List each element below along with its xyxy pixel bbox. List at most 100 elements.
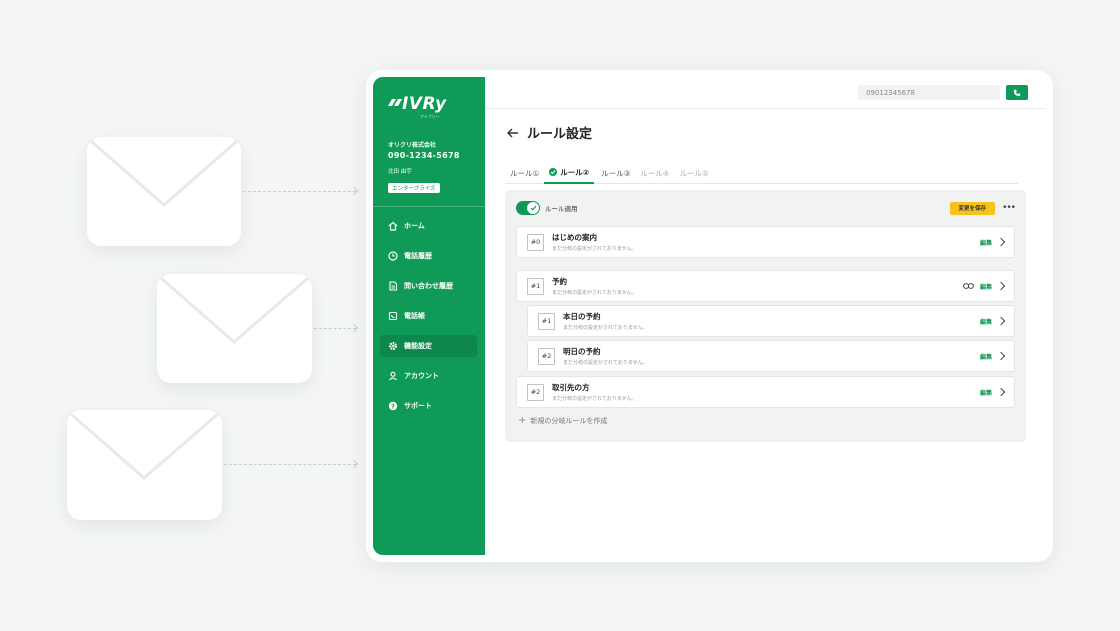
toggle-label: ルール適用: [545, 205, 578, 213]
tab-rule-4[interactable]: ルール④: [635, 162, 674, 184]
rule-toggle-group: ルール適用: [516, 201, 578, 215]
rule-tabs: ルール① ルール② ルール③ ルール④ ルール⑤: [505, 162, 1018, 184]
rule-name: 予約: [552, 277, 567, 286]
app-window: IVRy アイブリー オリクリ株式会社 090-1234-5678 北田 由宇 …: [366, 70, 1053, 562]
sidebar-item-label: 機能設定: [404, 342, 432, 350]
more-options-icon[interactable]: •••: [1002, 203, 1016, 213]
envelope-icon: [90, 139, 238, 207]
gear-icon: [389, 342, 397, 350]
help-icon: ?: [388, 401, 398, 410]
clock-icon: [388, 251, 398, 261]
tab-label: ルール①: [510, 168, 540, 178]
sidebar-item-label: アカウント: [404, 372, 439, 380]
panel-actions: 変更を保存 •••: [949, 201, 1016, 215]
connector-arrow: [349, 459, 359, 469]
phone-number-input[interactable]: [858, 85, 1000, 100]
save-changes-button[interactable]: 変更を保存: [949, 201, 996, 215]
tab-rule-1[interactable]: ルール①: [505, 162, 544, 184]
rule-number: #0: [527, 233, 544, 251]
phone-icon: [1013, 89, 1021, 96]
user-name: 北田 由宇: [388, 169, 412, 175]
link-icon[interactable]: [963, 283, 974, 289]
rule-number: #1: [538, 312, 555, 330]
rule-panel: ルール適用 変更を保存 ••• #0 はじめの案内 まだ分岐の設定がされておりま…: [505, 190, 1026, 442]
sidebar-item-label: 電話履歴: [404, 252, 432, 260]
sidebar-item-account[interactable]: アカウント: [380, 365, 477, 387]
add-rule-button[interactable]: + 新規の分岐ルールを作成: [518, 416, 607, 426]
company-phone: 090-1234-5678: [388, 151, 460, 160]
rule-description: まだ分岐の設定がされておりません。: [563, 360, 648, 366]
logo-text: IVRy: [402, 94, 447, 114]
rule-name: 取引先の方: [552, 383, 590, 392]
connector-line: [224, 464, 356, 465]
edit-link[interactable]: 編集: [980, 352, 992, 361]
rule-name: 明日の予約: [563, 347, 601, 356]
rule-row[interactable]: #1 予約 まだ分岐の設定がされておりません。 編集: [516, 270, 1015, 302]
rule-apply-toggle[interactable]: [516, 201, 540, 215]
envelope-icon: [70, 412, 219, 480]
sidebar-item-label: サポート: [404, 402, 432, 410]
edit-link[interactable]: 編集: [980, 282, 992, 291]
rule-description: まだ分岐の設定がされておりません。: [563, 325, 648, 331]
sidebar-nav: ホーム 電話履歴 問い合わせ履歴 電話帳 機能設定 アカウント ? サポート: [380, 215, 477, 417]
rule-row[interactable]: #2 明日の予約 まだ分岐の設定がされておりません。 編集: [527, 340, 1015, 372]
person-icon: [389, 371, 397, 381]
rule-number: #2: [538, 347, 555, 365]
chevron-right-icon[interactable]: [996, 351, 1006, 361]
tab-rule-3[interactable]: ルール③: [596, 162, 635, 184]
rule-description: まだ分岐の設定がされておりません。: [552, 246, 637, 252]
sidebar-item-label: ホーム: [404, 222, 425, 230]
check-icon: [530, 205, 536, 211]
sidebar-item-support[interactable]: ? サポート: [380, 395, 477, 417]
tab-rule-2[interactable]: ルール②: [544, 162, 595, 184]
sidebar-item-call-history[interactable]: 電話履歴: [380, 245, 477, 267]
panel-header: ルール適用 変更を保存 •••: [516, 198, 1016, 218]
add-rule-label: 新規の分岐ルールを作成: [530, 417, 608, 425]
chevron-right-icon[interactable]: [996, 387, 1006, 397]
sidebar-item-label: 電話帳: [404, 312, 425, 320]
call-button[interactable]: [1006, 85, 1028, 100]
home-icon: [388, 221, 398, 231]
title-row: ルール設定: [507, 123, 1046, 142]
tab-label: ルール⑤: [679, 168, 709, 178]
edit-link[interactable]: 編集: [980, 238, 992, 247]
logo: IVRy: [388, 91, 477, 113]
rule-description: まだ分岐の設定がされておりません。: [552, 290, 637, 296]
toggle-knob: [527, 202, 539, 214]
sidebar-item-label: 問い合わせ履歴: [404, 282, 453, 290]
rule-description: まだ分岐の設定がされておりません。: [552, 396, 637, 402]
back-arrow-icon[interactable]: [507, 128, 519, 138]
plan-badge: エンタープライズ: [388, 183, 440, 193]
chevron-right-icon[interactable]: [996, 281, 1006, 291]
tab-label: ルール③: [601, 168, 631, 178]
topbar: [485, 77, 1046, 109]
rule-name: はじめの案内: [552, 233, 597, 242]
page-title: ルール設定: [527, 127, 593, 142]
edit-link[interactable]: 編集: [980, 317, 992, 326]
tab-label: ルール②: [560, 167, 590, 177]
tab-label: ルール④: [640, 168, 670, 178]
main-content: ルール設定 ルール① ルール② ルール③ ルール④ ルール⑤: [485, 77, 1046, 555]
chevron-right-icon[interactable]: [996, 316, 1006, 326]
sidebar-item-feature-settings[interactable]: 機能設定: [380, 335, 477, 357]
sidebar-item-inquiry-history[interactable]: 問い合わせ履歴: [380, 275, 477, 297]
logo-subtitle: アイブリー: [420, 114, 440, 119]
connector-line: [243, 191, 356, 192]
rule-row[interactable]: #0 はじめの案内 まだ分岐の設定がされておりません。 編集: [516, 226, 1015, 258]
rule-number: #1: [527, 277, 544, 295]
connector-arrow: [349, 186, 359, 196]
chevron-right-icon[interactable]: [996, 237, 1006, 247]
document-icon: [389, 281, 398, 291]
sidebar-item-phonebook[interactable]: 電話帳: [380, 305, 477, 327]
rule-row[interactable]: #1 本日の予約 まだ分岐の設定がされておりません。 編集: [527, 305, 1015, 337]
rule-row[interactable]: #2 取引先の方 まだ分岐の設定がされておりません。 編集: [516, 376, 1015, 408]
rule-name: 本日の予約: [563, 312, 601, 321]
envelope-card-2: [157, 274, 312, 383]
svg-text:?: ?: [391, 402, 395, 410]
sidebar: IVRy アイブリー オリクリ株式会社 090-1234-5678 北田 由宇 …: [373, 77, 485, 555]
edit-link[interactable]: 編集: [980, 388, 992, 397]
sidebar-item-home[interactable]: ホーム: [380, 215, 477, 237]
tab-rule-5[interactable]: ルール⑤: [675, 162, 714, 184]
connector-arrow: [349, 323, 359, 333]
sidebar-divider: [373, 206, 485, 207]
